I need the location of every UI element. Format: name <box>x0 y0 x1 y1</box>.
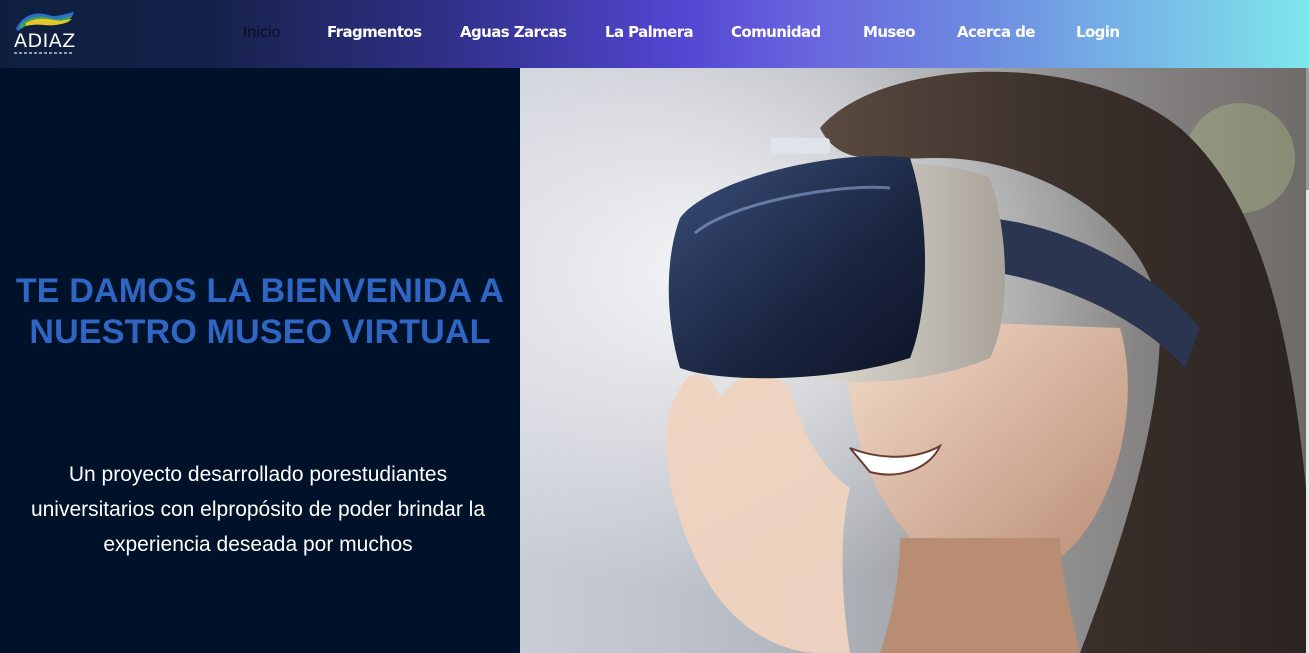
logo[interactable]: ADIAZ <box>12 9 78 59</box>
hero-title: TE DAMOS LA BIENVENIDA A NUESTRO MUSEO V… <box>15 272 505 351</box>
nav-item-aguas-zarcas[interactable]: Aguas Zarcas <box>460 22 567 42</box>
hero-vr-image <box>520 68 1306 653</box>
nav-item-inicio[interactable]: Inicio <box>243 22 281 42</box>
hero-text-panel: TE DAMOS LA BIENVENIDA A NUESTRO MUSEO V… <box>0 68 520 653</box>
page: ADIAZ Inicio Fragmentos Aguas Zarcas La … <box>0 0 1309 653</box>
nav-item-acerca-de[interactable]: Acerca de <box>957 22 1035 42</box>
nav-item-comunidad[interactable]: Comunidad <box>731 22 821 42</box>
nav-item-la-palmera[interactable]: La Palmera <box>605 22 694 42</box>
navbar: ADIAZ Inicio Fragmentos Aguas Zarcas La … <box>0 0 1309 68</box>
nav-item-museo[interactable]: Museo <box>863 22 916 42</box>
logo-tagline <box>14 52 74 54</box>
nav-item-fragmentos[interactable]: Fragmentos <box>327 22 422 42</box>
logo-text: ADIAZ <box>14 30 76 52</box>
hero-subtitle: Un proyecto desarrollado porestudiantes … <box>30 463 486 556</box>
vr-headset-woman-illustration <box>520 68 1306 653</box>
nav-item-login[interactable]: Login <box>1076 22 1120 42</box>
